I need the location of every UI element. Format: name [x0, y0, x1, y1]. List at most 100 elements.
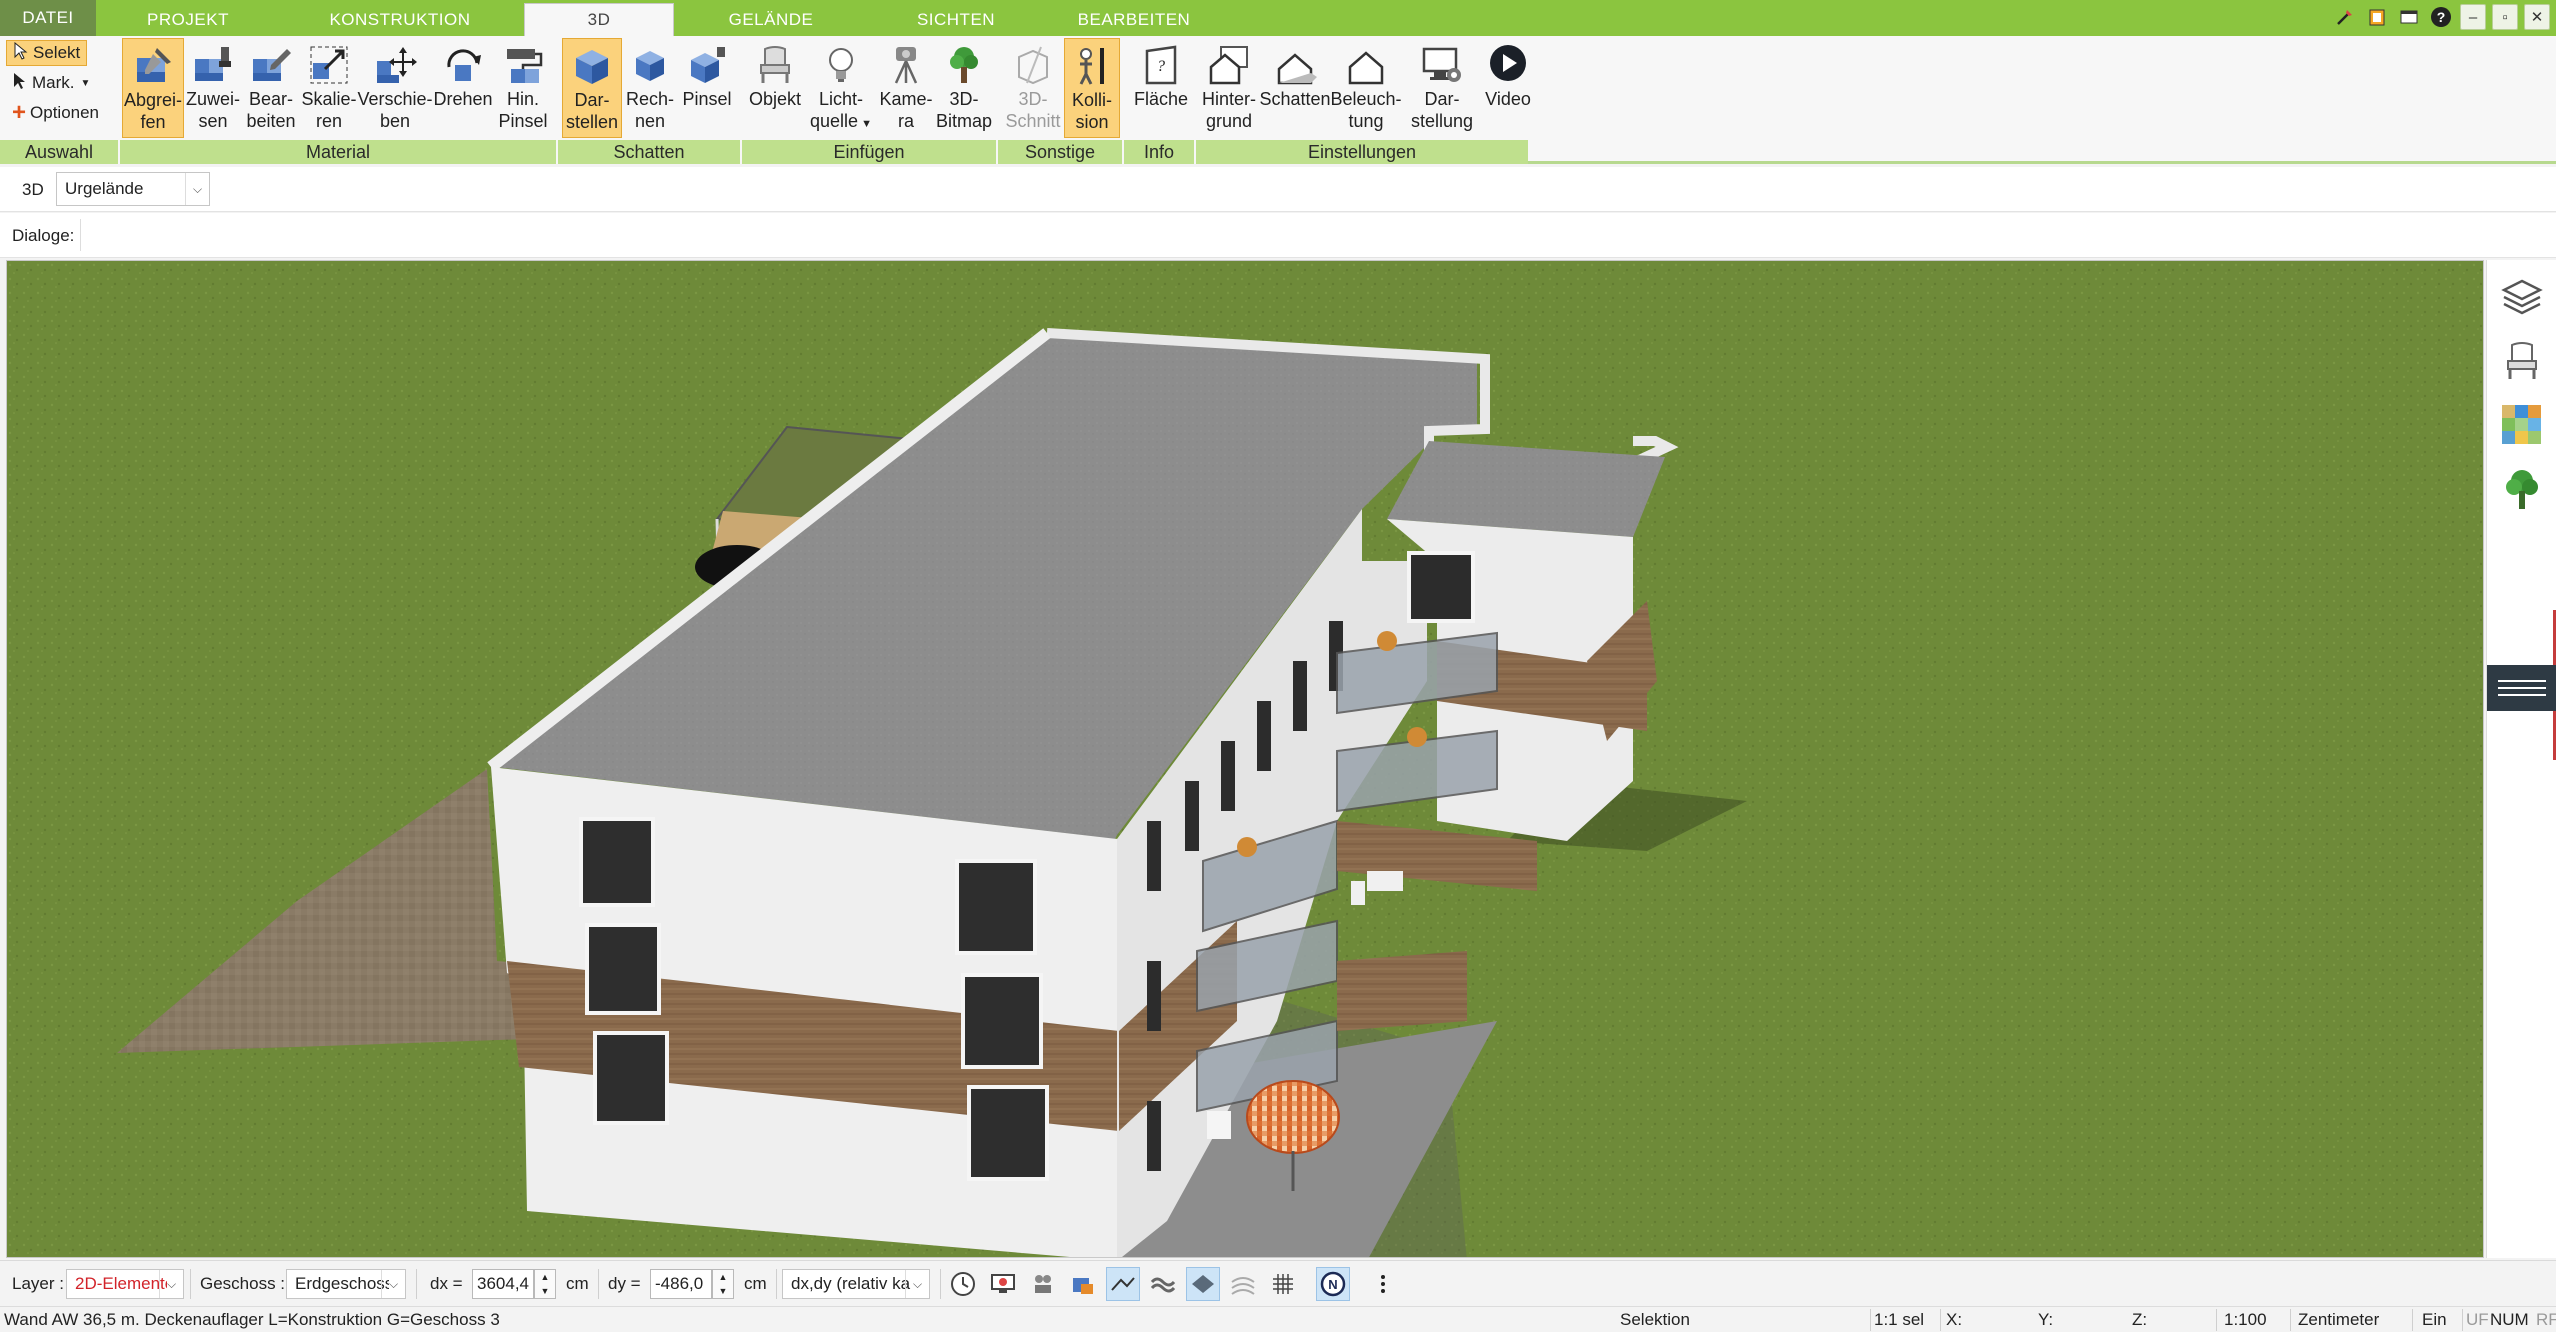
house-icon[interactable]: [1066, 1267, 1100, 1301]
layers-icon[interactable]: [2499, 274, 2545, 320]
dx-stepper[interactable]: ▲ ▼: [534, 1269, 556, 1299]
tool-verschieben[interactable]: Verschie- ben: [357, 38, 433, 138]
svg-text:?: ?: [2437, 9, 2446, 25]
chair-icon[interactable]: [2499, 338, 2545, 384]
group-info: Info: [1124, 140, 1194, 164]
tool-kamera[interactable]: Kame- ra: [876, 38, 936, 138]
tool-video[interactable]: Video: [1480, 38, 1536, 138]
tool-schatten-einstellung[interactable]: Schatten: [1259, 38, 1331, 138]
restore-button[interactable]: ▫: [2492, 4, 2518, 30]
tool-label: stellen: [565, 112, 619, 132]
tool-schatten-pinsel[interactable]: Pinsel: [678, 38, 736, 138]
window-layout-icon[interactable]: [2396, 4, 2422, 30]
minimize-button[interactable]: –: [2460, 4, 2486, 30]
tool-3d-bitmap[interactable]: 3D- Bitmap: [936, 38, 992, 138]
divider: [416, 1269, 417, 1299]
dx-label: dx =: [430, 1274, 463, 1293]
grid-icon[interactable]: [1266, 1267, 1300, 1301]
tool-zuweisen[interactable]: Zuwei- sen: [184, 38, 242, 138]
chevron-down-icon[interactable]: ⌵: [185, 173, 209, 205]
tree-icon[interactable]: [2499, 466, 2545, 512]
tool-schatten-rechnen[interactable]: Rech- nen: [622, 38, 678, 138]
tool-kollision[interactable]: Kolli- sion: [1064, 38, 1120, 138]
tab-konstruktion[interactable]: KONSTRUKTION: [280, 3, 520, 36]
group-einfuegen: Einfügen: [742, 140, 996, 164]
divider: [190, 1269, 191, 1299]
menu-icon[interactable]: [2487, 665, 2556, 711]
chevron-down-icon[interactable]: ⌵: [905, 1270, 929, 1298]
terrain-icon[interactable]: [1226, 1267, 1260, 1301]
layer-select[interactable]: 2D-Elemente ⌵: [66, 1269, 184, 1299]
chevron-down-icon[interactable]: ⌵: [381, 1270, 405, 1298]
tool-bearbeiten[interactable]: Bear- beiten: [242, 38, 300, 138]
tool-abgreifen[interactable]: Abgrei- fen: [122, 38, 184, 138]
house-shadow-icon: [1272, 42, 1318, 88]
group-material: Material: [120, 140, 556, 164]
dx-input[interactable]: 3604,4: [472, 1269, 534, 1299]
marker-icon: [12, 72, 28, 95]
plane-icon[interactable]: [1186, 1267, 1220, 1301]
3d-scene[interactable]: [7, 261, 2484, 1258]
pipette-icon: [130, 43, 176, 89]
tools-icon[interactable]: [2332, 4, 2358, 30]
more-options-icon[interactable]: [1366, 1267, 1400, 1301]
tool-schatten-darstellen[interactable]: Dar- stellen: [562, 38, 622, 138]
help-icon[interactable]: ?: [2428, 4, 2454, 30]
tab-projekt[interactable]: PROJEKT: [96, 3, 280, 36]
tool-flaeche[interactable]: ? Fläche: [1128, 38, 1194, 138]
tab-3d[interactable]: 3D: [524, 3, 674, 36]
group-icon[interactable]: [1026, 1267, 1060, 1301]
north-icon[interactable]: N: [1316, 1267, 1350, 1301]
cube-brush-icon: [684, 42, 730, 88]
camera-icon: [883, 42, 929, 88]
status-bar: Wand AW 36,5 m. Deckenauflager L=Konstru…: [0, 1306, 2556, 1332]
palette-icon[interactable]: [2499, 402, 2545, 448]
tab-datei[interactable]: DATEI: [0, 0, 96, 36]
group-schatten: Schatten: [558, 140, 740, 164]
tool-3d-schnitt[interactable]: 3D- Schnitt: [1002, 38, 1064, 138]
layer-label: Layer :: [12, 1274, 64, 1293]
dy-stepper[interactable]: ▲ ▼: [712, 1269, 734, 1299]
tool-hintergrund[interactable]: Hinter- grund: [1196, 38, 1262, 138]
tool-label: 3D-: [1018, 89, 1048, 109]
tool-beleuchtung[interactable]: Beleuch- tung: [1328, 38, 1404, 138]
tool-skalieren[interactable]: Skalie- ren: [300, 38, 358, 138]
draw-line-icon[interactable]: [1106, 1267, 1140, 1301]
coordinate-mode-select[interactable]: dx,dy (relativ kartesisch) ⌵: [782, 1269, 930, 1299]
tool-label: Dar-: [1424, 89, 1460, 109]
tool-label: ra: [897, 111, 914, 131]
status-rf: RF: [2536, 1310, 2556, 1329]
geschoss-select[interactable]: Erdgeschoss ⌵: [286, 1269, 406, 1299]
paint-roller-icon: [500, 42, 546, 88]
clipboard-icon[interactable]: [2364, 4, 2390, 30]
status-y: Y:: [2038, 1310, 2054, 1329]
tool-label: tung: [1348, 111, 1384, 131]
tool-drehen[interactable]: Drehen: [432, 38, 494, 138]
tool-label: sion: [1075, 112, 1109, 132]
tab-bearbeiten[interactable]: BEARBEITEN: [1044, 3, 1224, 36]
tool-objekt[interactable]: Objekt: [744, 38, 806, 138]
select-tool[interactable]: Selekt: [6, 40, 88, 66]
house-light-icon: [1343, 42, 1389, 88]
chevron-down-icon[interactable]: ⌵: [159, 1270, 183, 1298]
tool-lichtquelle[interactable]: Licht- quelle ▼: [806, 38, 876, 138]
3d-viewport[interactable]: [6, 260, 2484, 1258]
tab-sichten[interactable]: SICHTEN: [868, 3, 1044, 36]
options-tool[interactable]: + Optionen: [6, 99, 105, 126]
tool-label: nen: [634, 111, 666, 131]
clock-icon[interactable]: [946, 1267, 980, 1301]
wave-icon[interactable]: [1146, 1267, 1180, 1301]
mark-tool[interactable]: Mark. ▼: [6, 70, 96, 96]
terrain-select[interactable]: Urgelände ⌵: [56, 172, 210, 206]
tool-label: sen: [198, 111, 228, 131]
close-button[interactable]: ✕: [2524, 4, 2550, 30]
dy-input[interactable]: -486,0: [650, 1269, 712, 1299]
view-toolbar: 3D Urgelände ⌵: [0, 167, 2556, 212]
house-background-icon: [1206, 42, 1252, 88]
screen-icon[interactable]: [986, 1267, 1020, 1301]
select-label: Selekt: [33, 43, 81, 62]
tool-darstellung[interactable]: Dar- stellung: [1404, 38, 1480, 138]
tool-label: Pinsel: [498, 111, 548, 131]
tool-hin-pinsel[interactable]: Hin. Pinsel: [494, 38, 552, 138]
tab-gelaende[interactable]: GELÄNDE: [674, 3, 868, 36]
